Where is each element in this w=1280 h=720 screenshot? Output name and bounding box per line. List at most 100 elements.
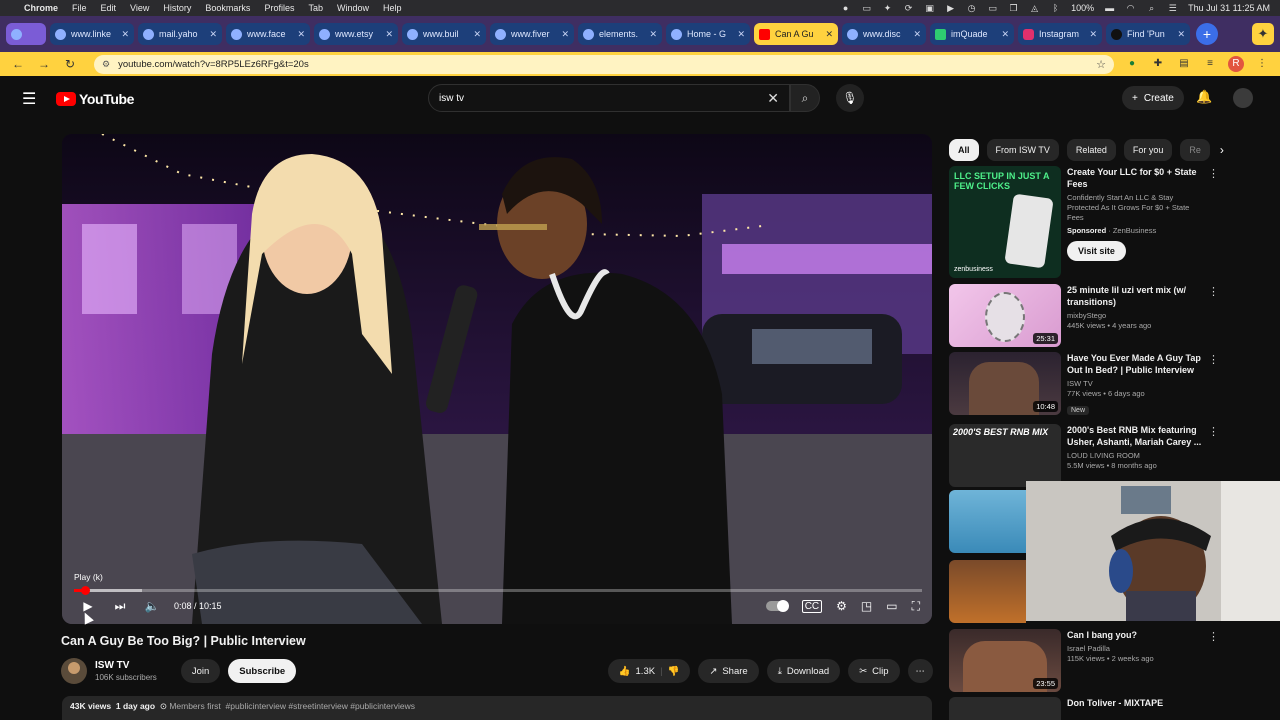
tab-youtube-active[interactable]: Can A Gu ✕ bbox=[754, 23, 838, 45]
menu-tab[interactable]: Tab bbox=[308, 3, 323, 13]
tab-facebook[interactable]: www.face ✕ bbox=[226, 23, 310, 45]
rec-thumbnail[interactable]: 2000'S BEST RNB MIX bbox=[949, 424, 1061, 487]
rec-title[interactable]: 2000's Best RNB Mix featuring Usher, Ash… bbox=[1067, 424, 1207, 448]
autoplay-toggle[interactable] bbox=[765, 600, 789, 612]
cast-icon[interactable]: ▣ bbox=[924, 3, 935, 13]
tab-group-button[interactable] bbox=[6, 23, 46, 45]
miniplayer-icon[interactable]: ◳ bbox=[861, 599, 872, 613]
clear-search-icon[interactable]: ✕ bbox=[767, 90, 779, 107]
rec-thumbnail[interactable]: 10:48 bbox=[949, 352, 1061, 415]
record-icon[interactable]: ● bbox=[840, 3, 851, 13]
menu-view[interactable]: View bbox=[130, 3, 149, 13]
sync-icon[interactable]: ⟳ bbox=[903, 3, 914, 13]
chip-for-you[interactable]: For you bbox=[1123, 139, 1173, 161]
rec-item[interactable]: 23:55 Can I bang you? Israel Padilla 115… bbox=[949, 629, 1219, 692]
screen-share-icon[interactable]: ▭ bbox=[861, 3, 872, 13]
tab-close-icon[interactable]: ✕ bbox=[1177, 29, 1185, 40]
rec-title[interactable]: 25 minute lil uzi vert mix (w/ transitio… bbox=[1067, 284, 1207, 308]
kebab-menu-icon[interactable]: ⋮ bbox=[1208, 353, 1219, 417]
extension-green-icon[interactable]: ● bbox=[1124, 56, 1140, 72]
control-center-icon[interactable]: ☰ bbox=[1167, 3, 1178, 13]
search-button[interactable]: ⌕ bbox=[790, 84, 820, 112]
back-arrow-icon[interactable]: ← bbox=[10, 57, 26, 71]
tab-close-icon[interactable]: ✕ bbox=[385, 29, 393, 40]
battery-icon[interactable]: ▬ bbox=[1104, 3, 1115, 13]
voice-search-button[interactable]: 🎙 bbox=[836, 84, 864, 112]
menu-app-name[interactable]: Chrome bbox=[24, 3, 58, 13]
tab-close-icon[interactable]: ✕ bbox=[913, 29, 921, 40]
tab-close-icon[interactable]: ✕ bbox=[297, 29, 305, 40]
thumbs-down-icon[interactable]: 👎 bbox=[668, 666, 680, 677]
tab-yahoo-mail[interactable]: mail.yaho ✕ bbox=[138, 23, 222, 45]
tab-close-icon[interactable]: ✕ bbox=[121, 29, 129, 40]
airplay-icon[interactable]: ◬ bbox=[1029, 3, 1040, 13]
menu-history[interactable]: History bbox=[163, 3, 191, 13]
search-input[interactable]: isw tv ✕ bbox=[428, 84, 790, 112]
tab-close-icon[interactable]: ✕ bbox=[825, 29, 833, 40]
clock[interactable]: Thu Jul 31 11:25 AM bbox=[1188, 3, 1270, 13]
rec-title[interactable]: Have You Ever Made A Guy Tap Out In Bed?… bbox=[1067, 352, 1207, 376]
share-button[interactable]: ↗ Share bbox=[698, 659, 759, 683]
site-info-icon[interactable]: ⚙ bbox=[102, 59, 110, 70]
search-spotlight-icon[interactable]: ⌕ bbox=[1146, 3, 1157, 13]
rec-item[interactable]: 25:31 25 minute lil uzi vert mix (w/ tra… bbox=[949, 284, 1219, 347]
fullscreen-icon[interactable]: ⛶ bbox=[912, 599, 920, 614]
volume-icon[interactable]: 🔈 bbox=[140, 599, 164, 613]
menu-edit[interactable]: Edit bbox=[101, 3, 117, 13]
kebab-menu-icon[interactable]: ⋮ bbox=[1208, 425, 1219, 487]
extension-icon[interactable]: ✦ bbox=[882, 3, 893, 13]
play-status-icon[interactable]: ▶ bbox=[945, 3, 956, 13]
tab-builtin[interactable]: www.buil ✕ bbox=[402, 23, 486, 45]
chrome-menu-icon[interactable]: ⋮ bbox=[1254, 56, 1270, 72]
ad-title[interactable]: Create Your LLC for $0 + State Fees bbox=[1067, 166, 1207, 190]
tab-close-icon[interactable]: ✕ bbox=[473, 29, 481, 40]
video-player[interactable]: Play (k) ▶ ⏭ 🔈 0:08 / 10:15 CC ⚙ ◳ ▭ ⛶ bbox=[62, 134, 932, 624]
tab-close-icon[interactable]: ✕ bbox=[649, 29, 657, 40]
wifi-icon[interactable]: ◠ bbox=[1125, 3, 1136, 13]
rec-channel[interactable]: LOUD LIVING ROOM bbox=[1067, 451, 1207, 461]
rec-channel[interactable]: mixbyStego bbox=[1067, 311, 1207, 321]
tab-close-icon[interactable]: ✕ bbox=[737, 29, 745, 40]
description-box[interactable]: 43K views 1 day ago ⊙ Members first #pub… bbox=[62, 696, 932, 720]
captions-icon[interactable]: CC bbox=[801, 599, 823, 613]
menu-window[interactable]: Window bbox=[337, 3, 369, 13]
tab-etsy[interactable]: www.etsy ✕ bbox=[314, 23, 398, 45]
tab-discord[interactable]: www.disc ✕ bbox=[842, 23, 926, 45]
tab-linkedin[interactable]: www.linke ✕ bbox=[50, 23, 134, 45]
new-tab-button[interactable]: + bbox=[1196, 23, 1218, 45]
settings-gear-icon[interactable]: ⚙ bbox=[836, 599, 847, 613]
youtube-logo[interactable]: YouTube bbox=[56, 91, 134, 107]
rec-thumbnail[interactable] bbox=[949, 490, 1026, 553]
tab-close-icon[interactable]: ✕ bbox=[1089, 29, 1097, 40]
progress-scrubber-handle[interactable] bbox=[81, 586, 91, 595]
rec-thumbnail[interactable] bbox=[949, 560, 1026, 623]
rec-item[interactable]: Don Toliver - MIXTAPE bbox=[949, 697, 1219, 720]
hamburger-menu-icon[interactable]: ☰ bbox=[22, 89, 40, 109]
progress-bar[interactable] bbox=[74, 586, 922, 595]
tab-instagram[interactable]: Instagram ✕ bbox=[1018, 23, 1102, 45]
menu-profiles[interactable]: Profiles bbox=[264, 3, 294, 13]
chip-from-channel[interactable]: From ISW TV bbox=[986, 139, 1059, 161]
tab-close-icon[interactable]: ✕ bbox=[209, 29, 217, 40]
forward-arrow-icon[interactable]: → bbox=[36, 57, 52, 71]
menu-file[interactable]: File bbox=[72, 3, 87, 13]
channel-avatar[interactable] bbox=[61, 658, 87, 684]
clock-status-icon[interactable]: ◷ bbox=[966, 3, 977, 13]
kebab-menu-icon[interactable]: ⋮ bbox=[1208, 167, 1219, 278]
extensions-puzzle-icon[interactable]: ✚ bbox=[1150, 56, 1166, 72]
chevron-right-icon[interactable]: › bbox=[1220, 143, 1224, 157]
account-avatar[interactable] bbox=[1233, 88, 1253, 108]
tab-google-drive[interactable]: Home - G ✕ bbox=[666, 23, 750, 45]
tab-tiktok[interactable]: Find 'Pun ✕ bbox=[1106, 23, 1190, 45]
download-button[interactable]: ⤓ Download bbox=[766, 659, 841, 683]
reload-icon[interactable]: ↻ bbox=[62, 57, 78, 71]
chip-all[interactable]: All bbox=[949, 139, 979, 161]
notifications-bell-icon[interactable]: 🔔 bbox=[1196, 89, 1212, 105]
rec-thumbnail[interactable] bbox=[949, 697, 1061, 720]
create-button[interactable]: + Create bbox=[1122, 86, 1184, 110]
menu-bookmarks[interactable]: Bookmarks bbox=[205, 3, 250, 13]
menu-help[interactable]: Help bbox=[383, 3, 402, 13]
rec-title[interactable]: Can I bang you? bbox=[1067, 629, 1207, 641]
rec-thumbnail[interactable]: 25:31 bbox=[949, 284, 1061, 347]
clip-button[interactable]: ✂ Clip bbox=[848, 659, 900, 683]
